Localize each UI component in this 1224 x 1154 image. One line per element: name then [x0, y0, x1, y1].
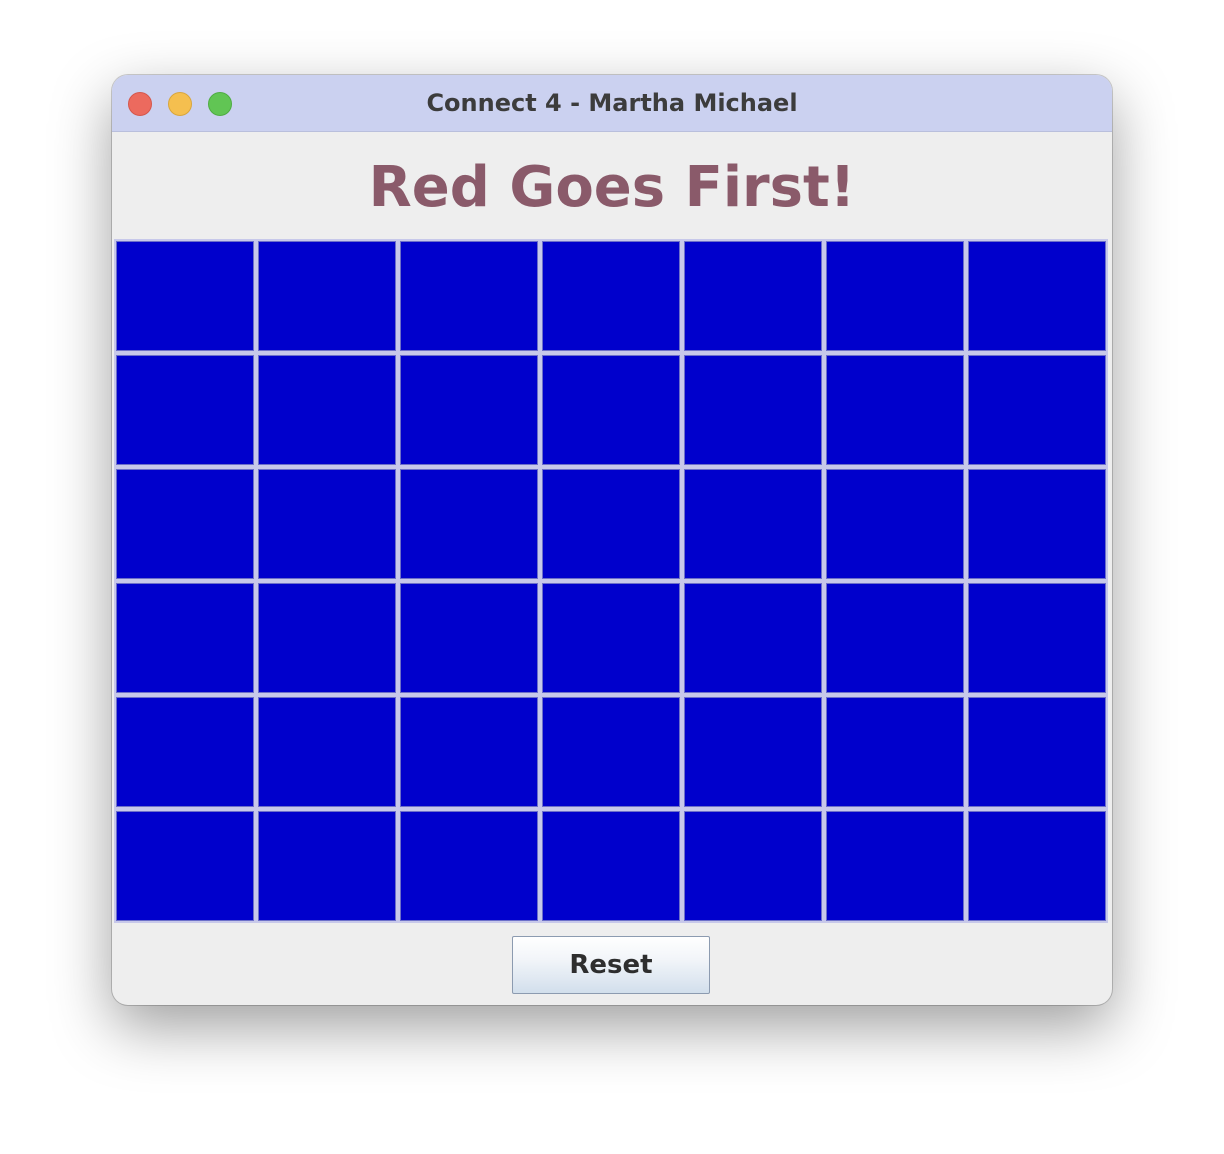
board-cell[interactable]: [824, 239, 966, 353]
board-cell[interactable]: [114, 695, 256, 809]
board-cell[interactable]: [966, 695, 1108, 809]
board-cell[interactable]: [682, 353, 824, 467]
board-cell[interactable]: [682, 695, 824, 809]
board-cell[interactable]: [398, 239, 540, 353]
board-cell[interactable]: [540, 239, 682, 353]
board-cell[interactable]: [682, 467, 824, 581]
board-cell[interactable]: [824, 809, 966, 923]
board-cell[interactable]: [540, 581, 682, 695]
board-cell[interactable]: [540, 809, 682, 923]
board-cell[interactable]: [824, 695, 966, 809]
title-bar[interactable]: Connect 4 - Martha Michael: [112, 75, 1112, 132]
board-cell[interactable]: [966, 809, 1108, 923]
board-cell[interactable]: [966, 467, 1108, 581]
board-cell[interactable]: [256, 809, 398, 923]
board-cell[interactable]: [256, 467, 398, 581]
board-cell[interactable]: [824, 467, 966, 581]
board-cell[interactable]: [398, 353, 540, 467]
board-cell[interactable]: [256, 695, 398, 809]
board-cell[interactable]: [398, 809, 540, 923]
board-cell[interactable]: [966, 239, 1108, 353]
board-cell[interactable]: [114, 809, 256, 923]
board-cell[interactable]: [256, 239, 398, 353]
board-cell[interactable]: [966, 581, 1108, 695]
board-cell[interactable]: [682, 239, 824, 353]
board-cell[interactable]: [114, 581, 256, 695]
board-cell[interactable]: [540, 695, 682, 809]
game-window: Connect 4 - Martha Michael Red Goes Firs…: [112, 75, 1112, 1005]
board-cell[interactable]: [682, 809, 824, 923]
board-cell[interactable]: [540, 353, 682, 467]
board-cell[interactable]: [398, 467, 540, 581]
board-cell[interactable]: [398, 581, 540, 695]
board-cell[interactable]: [824, 581, 966, 695]
board-cell[interactable]: [966, 353, 1108, 467]
board-cell[interactable]: [256, 353, 398, 467]
board-cell[interactable]: [114, 239, 256, 353]
board-cell[interactable]: [114, 467, 256, 581]
status-message: Red Goes First!: [368, 155, 856, 220]
window-title: Connect 4 - Martha Michael: [426, 89, 798, 117]
board-cell[interactable]: [824, 353, 966, 467]
board-cell[interactable]: [114, 353, 256, 467]
board-cell[interactable]: [398, 695, 540, 809]
game-board: [114, 239, 1108, 923]
reset-button[interactable]: Reset: [512, 936, 710, 994]
board-cell[interactable]: [540, 467, 682, 581]
board-cell[interactable]: [256, 581, 398, 695]
board-cell[interactable]: [682, 581, 824, 695]
